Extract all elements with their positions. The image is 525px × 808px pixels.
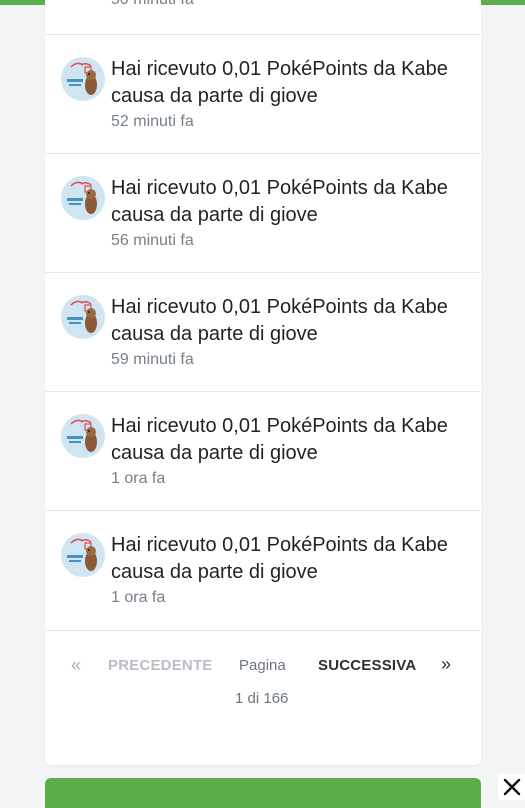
notification-time: 1 ora fa xyxy=(111,589,166,606)
notification-text: Hai ricevuto 0,01 PokéPoints da Kabe cau… xyxy=(111,415,448,464)
notification-item[interactable]: Hai ricevuto 0,01 PokéPoints da Kabe cau… xyxy=(45,154,481,273)
close-button[interactable] xyxy=(498,774,525,800)
page-label: Pagina xyxy=(239,657,286,674)
next-page-button[interactable]: SUCCESSIVA xyxy=(318,657,416,674)
notification-text: Hai ricevuto 0,01 PokéPoints da Kabe cau… xyxy=(111,177,448,226)
previous-page-button[interactable]: PRECEDENTE xyxy=(108,657,213,674)
close-icon xyxy=(503,778,520,796)
notifications-card: 50 minuti fa Hai ricevuto 0,01 PokéPoint… xyxy=(45,0,481,765)
avatar[interactable] xyxy=(61,57,105,101)
double-chevron-right-icon[interactable]: » xyxy=(441,654,451,675)
bottom-action-bar[interactable] xyxy=(45,778,481,808)
notification-time: 59 minuti fa xyxy=(111,351,194,368)
notification-item[interactable]: Hai ricevuto 0,01 PokéPoints da Kabe cau… xyxy=(45,273,481,392)
notification-text: Hai ricevuto 0,01 PokéPoints da Kabe cau… xyxy=(111,534,448,583)
notification-item[interactable]: Hai ricevuto 0,01 PokéPoints da Kabe cau… xyxy=(45,511,481,630)
notification-text: Hai ricevuto 0,01 PokéPoints da Kabe cau… xyxy=(111,296,448,345)
notification-item[interactable]: Hai ricevuto 0,01 PokéPoints da Kabe cau… xyxy=(45,392,481,511)
pagination: « PRECEDENTE Pagina SUCCESSIVA » 1 di 16… xyxy=(45,631,481,765)
double-chevron-left-icon[interactable]: « xyxy=(71,655,81,676)
page-count: 1 di 166 xyxy=(235,690,289,707)
notification-time: 56 minuti fa xyxy=(111,232,194,249)
notification-time: 1 ora fa xyxy=(111,470,166,487)
notification-time: 52 minuti fa xyxy=(111,113,194,130)
avatar[interactable] xyxy=(61,295,105,339)
avatar[interactable] xyxy=(61,533,105,577)
notification-item[interactable]: Hai ricevuto 0,01 PokéPoints da Kabe cau… xyxy=(45,35,481,154)
notification-text: Hai ricevuto 0,01 PokéPoints da Kabe cau… xyxy=(111,58,448,107)
avatar[interactable] xyxy=(61,176,105,220)
notification-time: 50 minuti fa xyxy=(111,0,194,9)
avatar[interactable] xyxy=(61,414,105,458)
